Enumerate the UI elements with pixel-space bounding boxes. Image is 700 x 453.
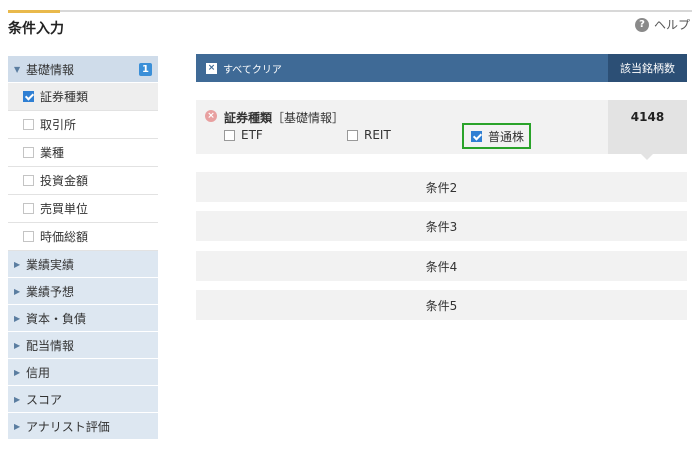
condition-5-row[interactable]: 条件5: [196, 290, 687, 320]
condition-category: ［基礎情報］: [272, 111, 345, 125]
sidebar-group-label: 信用: [26, 365, 51, 380]
sidebar-item-label: 証券種類: [40, 90, 89, 104]
caret-right-icon: ▶: [14, 313, 21, 323]
checkbox-icon[interactable]: [23, 203, 34, 214]
checkbox-icon[interactable]: [23, 231, 34, 242]
caret-right-icon: ▶: [14, 367, 21, 377]
option-reit[interactable]: REIT: [347, 128, 391, 142]
caret-right-icon: ▶: [14, 259, 21, 269]
checkbox-checked-icon[interactable]: [23, 91, 34, 102]
remove-condition-icon[interactable]: ×: [205, 110, 217, 122]
sidebar-item-trading-unit[interactable]: 売買単位: [8, 195, 158, 223]
condition-toolbar: × すべてクリア: [196, 54, 608, 82]
checkbox-icon[interactable]: [224, 129, 235, 141]
sidebar-group-capital-debt[interactable]: ▶ 資本・負債: [8, 305, 158, 332]
option-label: REIT: [364, 128, 391, 142]
checkbox-checked-icon[interactable]: [471, 131, 482, 142]
clear-all-button[interactable]: × すべてクリア: [206, 61, 282, 76]
sidebar-group-score[interactable]: ▶ スコア: [8, 386, 158, 413]
count-pointer: [641, 154, 653, 160]
condition-1-panel: × 証券種類［基礎情報］ ETF REIT 普通株: [196, 100, 608, 154]
checkbox-icon[interactable]: [23, 147, 34, 158]
clear-all-label: すべてクリア: [223, 64, 282, 76]
option-etf[interactable]: ETF: [224, 128, 263, 142]
sidebar-item-market-cap[interactable]: 時価総額: [8, 223, 158, 251]
sidebar-group-performance[interactable]: ▶ 業績実績: [8, 251, 158, 278]
option-label: ETF: [241, 128, 263, 142]
condition-1-title: 証券種類［基礎情報］: [224, 109, 344, 126]
sidebar-group-dividend[interactable]: ▶ 配当情報: [8, 332, 158, 359]
sidebar-group-analyst-rating[interactable]: ▶ アナリスト評価: [8, 413, 158, 440]
sidebar-item-exchange[interactable]: 取引所: [8, 111, 158, 139]
sidebar-item-label: 業種: [40, 146, 65, 160]
checkbox-icon[interactable]: [23, 175, 34, 186]
title-accent-line: [8, 10, 60, 13]
condition-2-row[interactable]: 条件2: [196, 172, 687, 202]
sidebar-item-label: 時価総額: [40, 230, 89, 244]
condition-4-row[interactable]: 条件4: [196, 251, 687, 281]
result-count-value: 4148: [608, 100, 687, 154]
condition-name: 証券種類: [224, 111, 273, 125]
sidebar-group-label: 業績実績: [26, 257, 75, 272]
caret-right-icon: ▶: [14, 421, 21, 431]
condition-3-row[interactable]: 条件3: [196, 211, 687, 241]
sidebar-group-basic-info[interactable]: ▼ 基礎情報 1: [8, 56, 158, 83]
caret-right-icon: ▶: [14, 394, 21, 404]
top-divider: [8, 10, 692, 12]
checkbox-icon[interactable]: [347, 129, 358, 141]
sidebar-group-label: 業績予想: [26, 284, 75, 299]
result-count-header: 該当銘柄数: [608, 54, 687, 82]
sidebar-item-security-type[interactable]: 証券種類: [8, 83, 158, 111]
sidebar-item-label: 取引所: [40, 118, 77, 132]
sidebar: ▼ 基礎情報 1 証券種類 取引所 業種 投資金額 売買単位 時価総額 ▶ 業績…: [8, 56, 158, 440]
option-common-stock[interactable]: 普通株: [471, 128, 524, 145]
sidebar-item-investment-amount[interactable]: 投資金額: [8, 167, 158, 195]
help-icon: ?: [634, 17, 649, 32]
caret-right-icon: ▶: [14, 340, 21, 350]
sidebar-group-label: スコア: [26, 392, 63, 407]
sidebar-item-industry[interactable]: 業種: [8, 139, 158, 167]
selection-count-badge: 1: [139, 62, 152, 76]
sidebar-item-label: 投資金額: [40, 174, 89, 188]
help-label: ヘルプ: [653, 18, 690, 32]
sidebar-group-label: 資本・負債: [26, 311, 87, 326]
caret-down-icon: ▼: [14, 64, 21, 74]
sidebar-group-credit[interactable]: ▶ 信用: [8, 359, 158, 386]
option-label: 普通株: [488, 130, 525, 144]
close-icon: ×: [206, 62, 217, 74]
sidebar-group-label: 基礎情報: [26, 62, 75, 77]
help-link[interactable]: ? ヘルプ: [634, 16, 690, 33]
page-title: 条件入力: [8, 21, 64, 37]
checkbox-icon[interactable]: [23, 119, 34, 130]
sidebar-group-label: アナリスト評価: [26, 419, 110, 434]
sidebar-group-label: 配当情報: [26, 338, 75, 353]
caret-right-icon: ▶: [14, 286, 21, 296]
sidebar-group-forecast[interactable]: ▶ 業績予想: [8, 278, 158, 305]
sidebar-item-label: 売買単位: [40, 202, 89, 216]
